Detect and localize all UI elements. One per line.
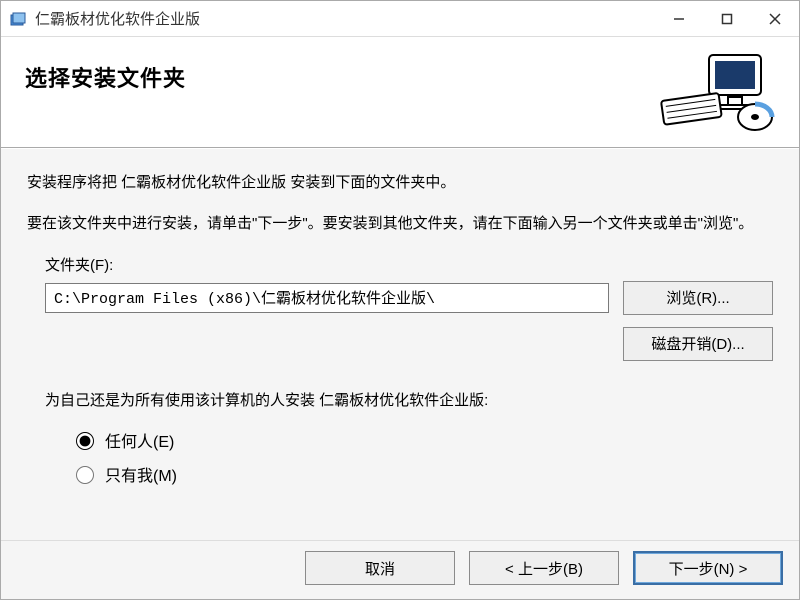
window-controls — [655, 1, 799, 37]
installer-art-icon — [655, 53, 775, 133]
radio-everyone-input[interactable] — [76, 432, 94, 450]
page-heading: 选择安装文件夹 — [25, 61, 186, 93]
radio-everyone[interactable]: 任何人(E) — [71, 428, 773, 452]
footer: 取消 < 上一步(B) 下一步(N) > — [1, 540, 799, 599]
folder-label: 文件夹(F): — [45, 254, 773, 275]
radio-justme-label: 只有我(M) — [105, 462, 177, 486]
titlebar: 仁霸板材优化软件企业版 — [1, 1, 799, 37]
folder-row: 浏览(R)... — [45, 281, 773, 315]
disk-cost-button[interactable]: 磁盘开销(D)... — [623, 327, 773, 361]
maximize-button[interactable] — [703, 1, 751, 37]
window-title: 仁霸板材优化软件企业版 — [35, 8, 655, 29]
folder-input[interactable] — [45, 283, 609, 313]
header-panel: 选择安装文件夹 — [1, 37, 799, 148]
radio-justme-input[interactable] — [76, 466, 94, 484]
body-panel: 安装程序将把 仁霸板材优化软件企业版 安装到下面的文件夹中。 要在该文件夹中进行… — [1, 148, 799, 540]
minimize-button[interactable] — [655, 1, 703, 37]
instruction-line-2: 要在该文件夹中进行安装，请单击"下一步"。要安装到其他文件夹，请在下面输入另一个… — [27, 212, 773, 235]
back-button[interactable]: < 上一步(B) — [469, 551, 619, 585]
instruction-line-1: 安装程序将把 仁霸板材优化软件企业版 安装到下面的文件夹中。 — [27, 171, 773, 194]
radio-everyone-label: 任何人(E) — [105, 428, 174, 452]
close-button[interactable] — [751, 1, 799, 37]
app-icon — [9, 10, 27, 28]
browse-button[interactable]: 浏览(R)... — [623, 281, 773, 315]
radio-justme[interactable]: 只有我(M) — [71, 462, 773, 486]
install-for-label: 为自己还是为所有使用该计算机的人安装 仁霸板材优化软件企业版: — [45, 389, 773, 410]
install-for-radio-group: 任何人(E) 只有我(M) — [71, 428, 773, 486]
cancel-button[interactable]: 取消 — [305, 551, 455, 585]
disk-cost-row: 磁盘开销(D)... — [45, 327, 773, 361]
next-button[interactable]: 下一步(N) > — [633, 551, 783, 585]
installer-window: 仁霸板材优化软件企业版 选择安装文件夹 — [0, 0, 800, 600]
